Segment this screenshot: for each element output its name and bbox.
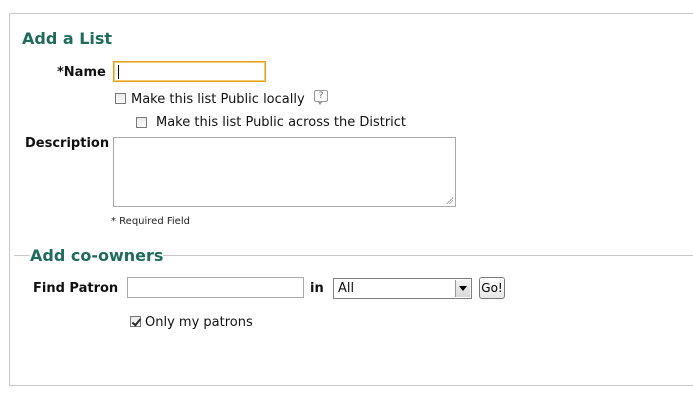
public-local-checkbox[interactable] <box>115 93 126 104</box>
public-district-label: Make this list Public across the Distric… <box>156 115 407 130</box>
required-field-note: * Required Field <box>111 216 190 227</box>
find-patron-input[interactable] <box>127 277 304 298</box>
in-label: in <box>310 281 324 296</box>
name-label: *Name <box>57 65 106 80</box>
scope-select-value: All <box>338 281 355 296</box>
find-patron-label: Find Patron <box>33 281 119 296</box>
chevron-down-icon[interactable] <box>455 280 470 297</box>
public-local-label: Make this list Public locally <box>131 92 305 107</box>
fieldset-rule-right <box>163 255 693 256</box>
help-speech-bubble-icon[interactable]: ? <box>314 90 328 105</box>
fieldset-rule-left <box>14 255 30 256</box>
add-list-title: Add a List <box>22 29 113 48</box>
description-label: Description <box>25 136 110 151</box>
name-input[interactable] <box>113 61 266 82</box>
scope-select[interactable]: All <box>333 278 472 299</box>
resize-grip-icon[interactable] <box>446 197 453 204</box>
only-my-patrons-label: Only my patrons <box>145 315 253 330</box>
only-my-patrons-checkbox[interactable] <box>130 316 141 327</box>
public-district-checkbox[interactable] <box>136 117 147 128</box>
description-textarea[interactable] <box>113 137 456 207</box>
go-button[interactable]: Go! <box>479 277 505 299</box>
text-caret <box>118 65 119 79</box>
add-co-owners-title: Add co-owners <box>30 246 164 265</box>
